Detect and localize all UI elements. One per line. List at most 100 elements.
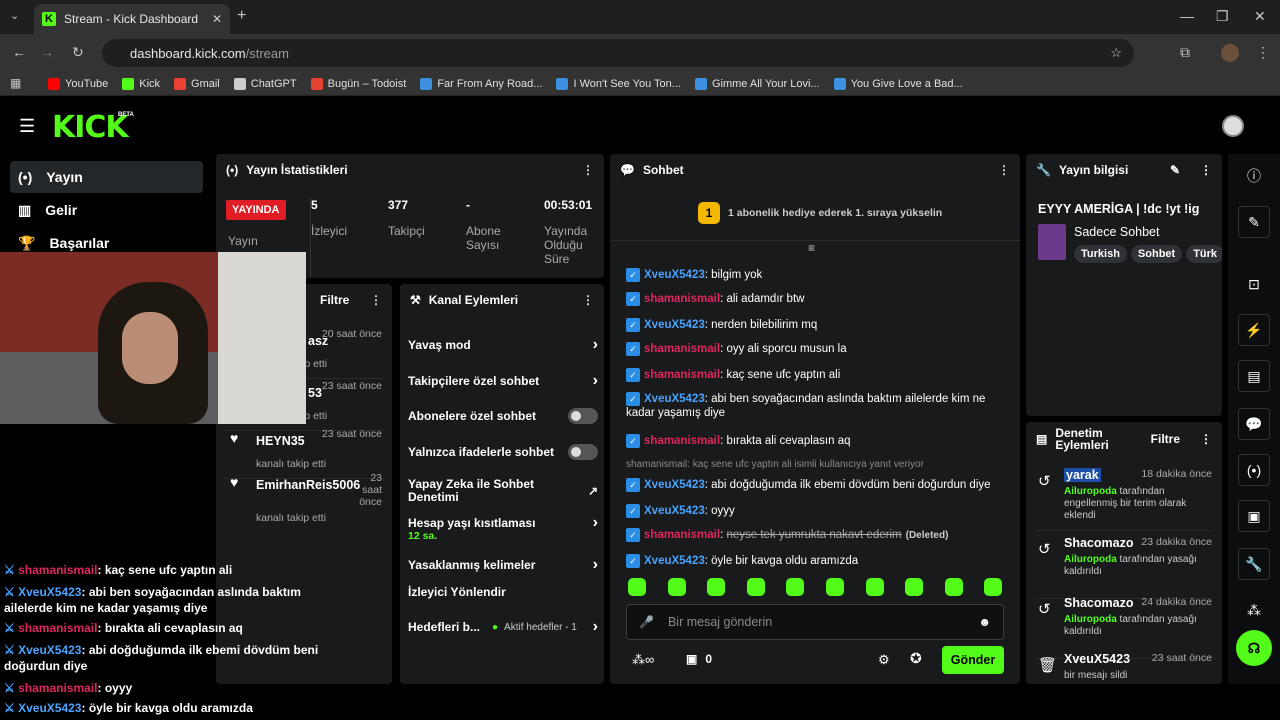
- profile-avatar[interactable]: [1221, 44, 1239, 62]
- chat-username[interactable]: XveuX5423: [644, 479, 705, 491]
- sidebar-item-revenue[interactable]: ▥ Gelir: [10, 194, 203, 226]
- tag[interactable]: Türk: [1186, 245, 1222, 263]
- user-avatar[interactable]: [1222, 115, 1244, 137]
- emote-icon[interactable]: [826, 578, 844, 596]
- points-counter[interactable]: ▣ 0: [686, 652, 712, 666]
- maximize-icon[interactable]: ❐: [1216, 8, 1229, 25]
- action-7[interactable]: İzleyici Yönlendir: [408, 586, 598, 599]
- action-4[interactable]: Yapay Zeka ile Sohbet Denetimi ↗: [408, 478, 598, 504]
- emote-icon[interactable]: [944, 578, 963, 596]
- bookmark-item[interactable]: Gimme All Your Lovi...: [694, 77, 820, 90]
- moderation-filter-button[interactable]: Filtre: [1151, 432, 1180, 446]
- edit-icon[interactable]: ✎: [1170, 163, 1180, 177]
- action-8[interactable]: Hedefleri b... ● Aktif hedefler - 1 ›: [408, 618, 598, 636]
- hamburger-menu-icon[interactable]: ☰: [19, 116, 35, 137]
- action-6[interactable]: Yasaklanmış kelimeler ›: [408, 556, 598, 574]
- pin-toggle-icon[interactable]: ≡: [808, 241, 815, 255]
- action-5[interactable]: Hesap yaşı kısıtlaması 12 sa. ›: [408, 514, 598, 542]
- chat-username[interactable]: XveuX5423: [644, 393, 705, 405]
- info-icon[interactable]: ⓘ: [1238, 160, 1270, 192]
- mod-actor[interactable]: Ailuropoda: [1064, 614, 1117, 625]
- url-field[interactable]: dashboard.kick.com/stream ☆: [102, 39, 1134, 67]
- chat-username[interactable]: shamanismail: [644, 293, 720, 305]
- tag[interactable]: Sohbet: [1130, 245, 1183, 263]
- browser-tab[interactable]: K Stream - Kick Dashboard ✕: [34, 4, 230, 34]
- support-headset-icon[interactable]: ☊: [1236, 630, 1272, 666]
- tag[interactable]: Turkish: [1074, 245, 1127, 263]
- mic-icon[interactable]: 🎤: [639, 615, 654, 629]
- chat-username[interactable]: XveuX5423: [644, 319, 705, 331]
- chat-username[interactable]: XveuX5423: [644, 555, 705, 567]
- kick-logo[interactable]: KICK: [52, 110, 129, 145]
- chat-username[interactable]: XveuX5423: [644, 269, 705, 281]
- bookmark-item[interactable]: ChatGPT: [233, 77, 297, 90]
- screen-capture-icon[interactable]: ⊡: [1238, 268, 1270, 300]
- action-2[interactable]: Abonelere özel sohbet: [408, 408, 598, 424]
- chat-bubble-icon[interactable]: 💬: [1238, 408, 1270, 440]
- chat-username[interactable]: shamanismail: [644, 343, 720, 355]
- more-icon[interactable]: ⋮: [370, 293, 382, 307]
- toggle-switch[interactable]: [568, 444, 598, 460]
- chat-username[interactable]: XveuX5423: [644, 505, 705, 517]
- emote-icon[interactable]: [667, 578, 686, 596]
- toggle-switch[interactable]: [568, 408, 598, 424]
- tab-search-icon[interactable]: ⌄: [10, 9, 19, 22]
- emote-icon[interactable]: [865, 578, 884, 596]
- layout-icon[interactable]: ▣: [1238, 500, 1270, 532]
- mod-actor[interactable]: Ailuropoda: [1064, 486, 1117, 497]
- emote-icon[interactable]: [628, 578, 646, 596]
- category-name[interactable]: Sadece Sohbet: [1074, 225, 1160, 239]
- action-3[interactable]: Yalnızca ifadelerle sohbet: [408, 444, 598, 460]
- mod-actor[interactable]: Ailuropoda: [1064, 554, 1117, 565]
- bookmark-item[interactable]: Kick: [122, 77, 160, 90]
- more-icon[interactable]: ⋮: [998, 163, 1010, 177]
- more-icon[interactable]: ⋮: [582, 163, 594, 177]
- bookmark-star-icon[interactable]: ☆: [1110, 45, 1122, 61]
- bookmark-item[interactable]: Bugün – Todoist: [310, 77, 406, 90]
- moderation-icon[interactable]: ✪: [910, 650, 922, 667]
- broadcast-icon[interactable]: (•): [1238, 454, 1270, 486]
- back-icon[interactable]: ←: [12, 44, 26, 60]
- new-tab-icon[interactable]: +: [237, 7, 246, 25]
- emote-icon[interactable]: [707, 578, 726, 596]
- apps-grid-icon[interactable]: ▦: [10, 76, 21, 90]
- settings-icon[interactable]: ⚙: [878, 652, 890, 668]
- more-icon[interactable]: ⋮: [1200, 432, 1212, 446]
- close-tab-icon[interactable]: ✕: [212, 12, 222, 26]
- chat-username[interactable]: shamanismail: [644, 369, 720, 381]
- browser-menu-icon[interactable]: ⋮: [1256, 44, 1270, 61]
- reload-icon[interactable]: ↻: [72, 44, 84, 61]
- chat-username[interactable]: shamanismail: [644, 435, 720, 447]
- emote-icon[interactable]: [746, 578, 765, 596]
- emote-icon[interactable]: [984, 578, 1003, 596]
- category-thumbnail[interactable]: [1038, 224, 1066, 260]
- minimize-icon[interactable]: —: [1180, 8, 1194, 24]
- close-window-icon[interactable]: ✕: [1254, 8, 1266, 25]
- notes-icon[interactable]: ▤: [1238, 360, 1270, 392]
- activity-filter-button[interactable]: Filtre: [320, 293, 349, 307]
- emoji-icon[interactable]: ☻: [978, 615, 991, 629]
- action-1[interactable]: Takipçilere özel sohbet ›: [408, 372, 598, 390]
- more-icon[interactable]: ⋮: [582, 293, 594, 307]
- forward-icon[interactable]: →: [40, 44, 54, 60]
- sidebar-item-stream[interactable]: (•) Yayın: [10, 161, 203, 193]
- lightning-icon[interactable]: ⚡: [1238, 314, 1270, 346]
- bookmark-item[interactable]: You Give Love a Bad...: [833, 77, 963, 90]
- extensions-icon[interactable]: ⧉: [1180, 44, 1190, 61]
- chat-username[interactable]: shamanismail: [644, 529, 720, 541]
- bookmark-item[interactable]: Gmail: [174, 77, 220, 90]
- bookmark-item[interactable]: I Won't See You Ton...: [556, 77, 681, 90]
- send-button[interactable]: Gönder: [942, 646, 1004, 674]
- gift-banner[interactable]: 1 1 abonelik hediye ederek 1. sıraya yük…: [698, 202, 942, 224]
- emote-icon[interactable]: [786, 578, 805, 596]
- chat-input[interactable]: 🎤 Bir mesaj gönderin ☻: [626, 604, 1004, 640]
- edit-icon[interactable]: ✎: [1238, 206, 1270, 238]
- share-icon[interactable]: ⁂: [1238, 594, 1270, 626]
- wrench-icon[interactable]: 🔧: [1238, 548, 1270, 580]
- chat-rules-icon[interactable]: ⁂∞: [632, 652, 654, 668]
- action-0[interactable]: Yavaş mod ›: [408, 336, 598, 354]
- bookmark-item[interactable]: YouTube: [48, 77, 108, 90]
- bookmark-item[interactable]: Far From Any Road...: [420, 77, 542, 90]
- emote-icon[interactable]: [905, 578, 924, 596]
- more-icon[interactable]: ⋮: [1200, 163, 1212, 177]
